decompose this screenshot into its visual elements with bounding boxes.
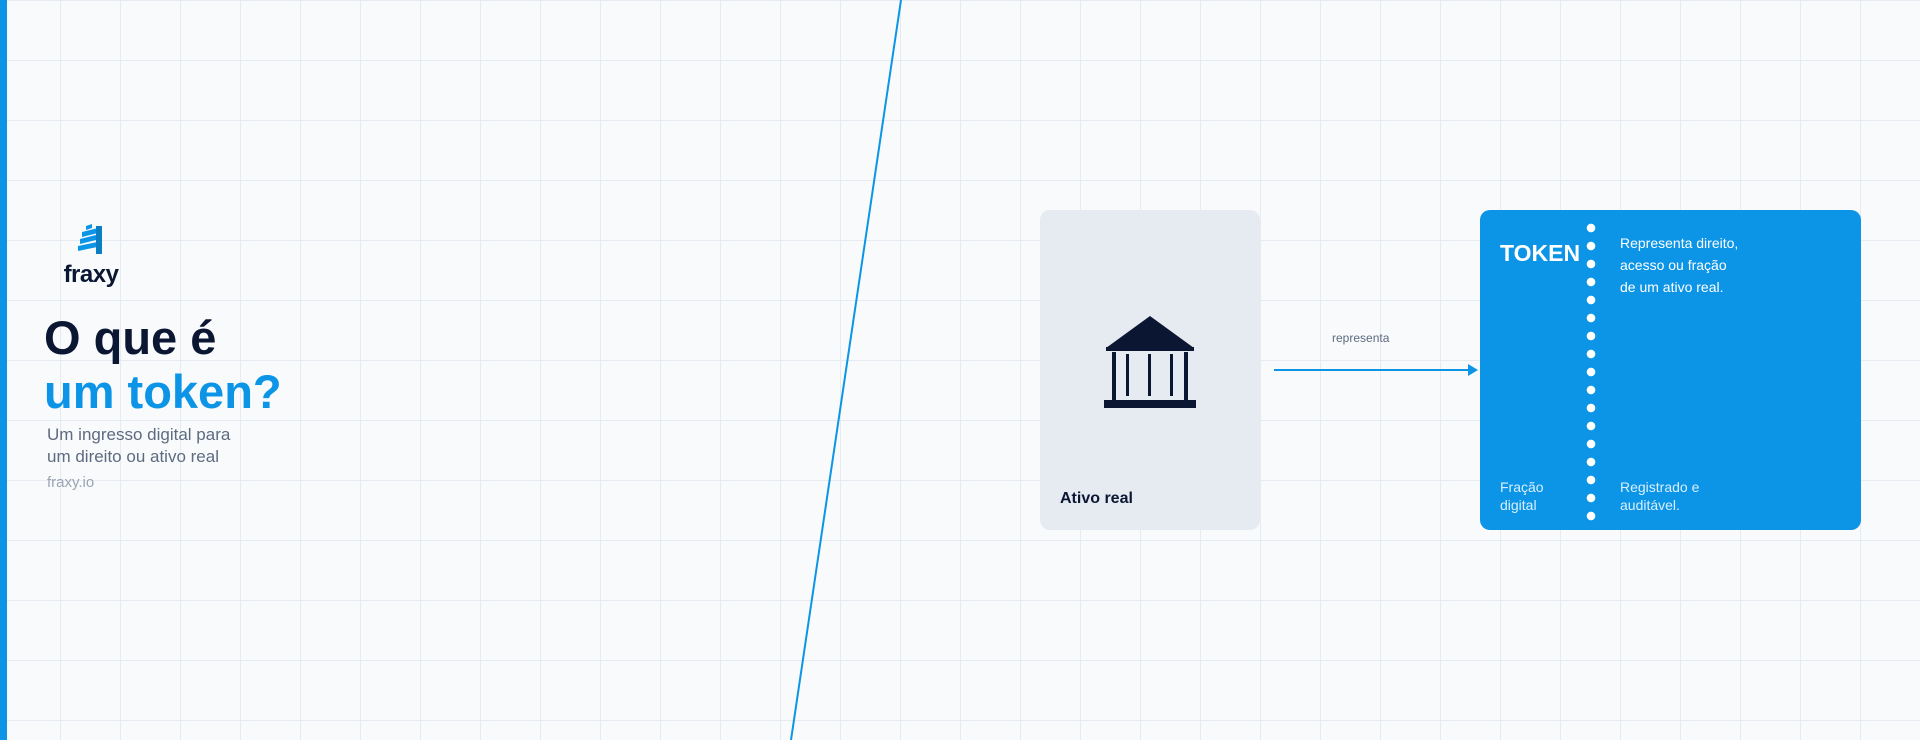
asset-label: Ativo real (1060, 490, 1133, 507)
token-description: Representa direito, acesso ou fração de … (1620, 232, 1738, 298)
subtitle: Um ingresso digital para um direito ou a… (47, 424, 230, 468)
brand-name: fraxy (63, 261, 119, 288)
ticket-perforation (1586, 219, 1596, 524)
asset-card: Ativo real (1040, 210, 1260, 530)
headline-line-1: O que é (44, 311, 217, 364)
subtitle-line: Um ingresso digital para (47, 425, 231, 444)
token-fraction-label: Fração digital (1500, 478, 1544, 514)
token-registry-line: Registrado e (1620, 479, 1700, 495)
token-registry-label: Registrado e auditável. (1620, 478, 1699, 514)
brand-logo: fraxy (56, 222, 126, 287)
token-registry-line: auditável. (1620, 497, 1680, 513)
token-description-line: de um ativo real. (1620, 279, 1724, 295)
arrow-label: representa (1332, 331, 1390, 345)
token-fraction-line: digital (1500, 497, 1537, 513)
building-stripes-icon (78, 224, 102, 254)
token-description-line: acesso ou fração (1620, 257, 1727, 273)
token-card: TOKEN Representa direito, acesso ou fraç… (1480, 210, 1861, 530)
represents-arrow (1274, 364, 1478, 376)
token-title: TOKEN (1500, 240, 1581, 266)
subtitle-line: um direito ou ativo real (47, 447, 219, 466)
site-url: fraxy.io (47, 474, 95, 491)
headline-line-2: um token? (44, 365, 282, 418)
bank-building-icon (1104, 316, 1196, 408)
token-fraction-line: Fração (1500, 479, 1544, 495)
token-description-line: Representa direito, (1620, 235, 1739, 251)
